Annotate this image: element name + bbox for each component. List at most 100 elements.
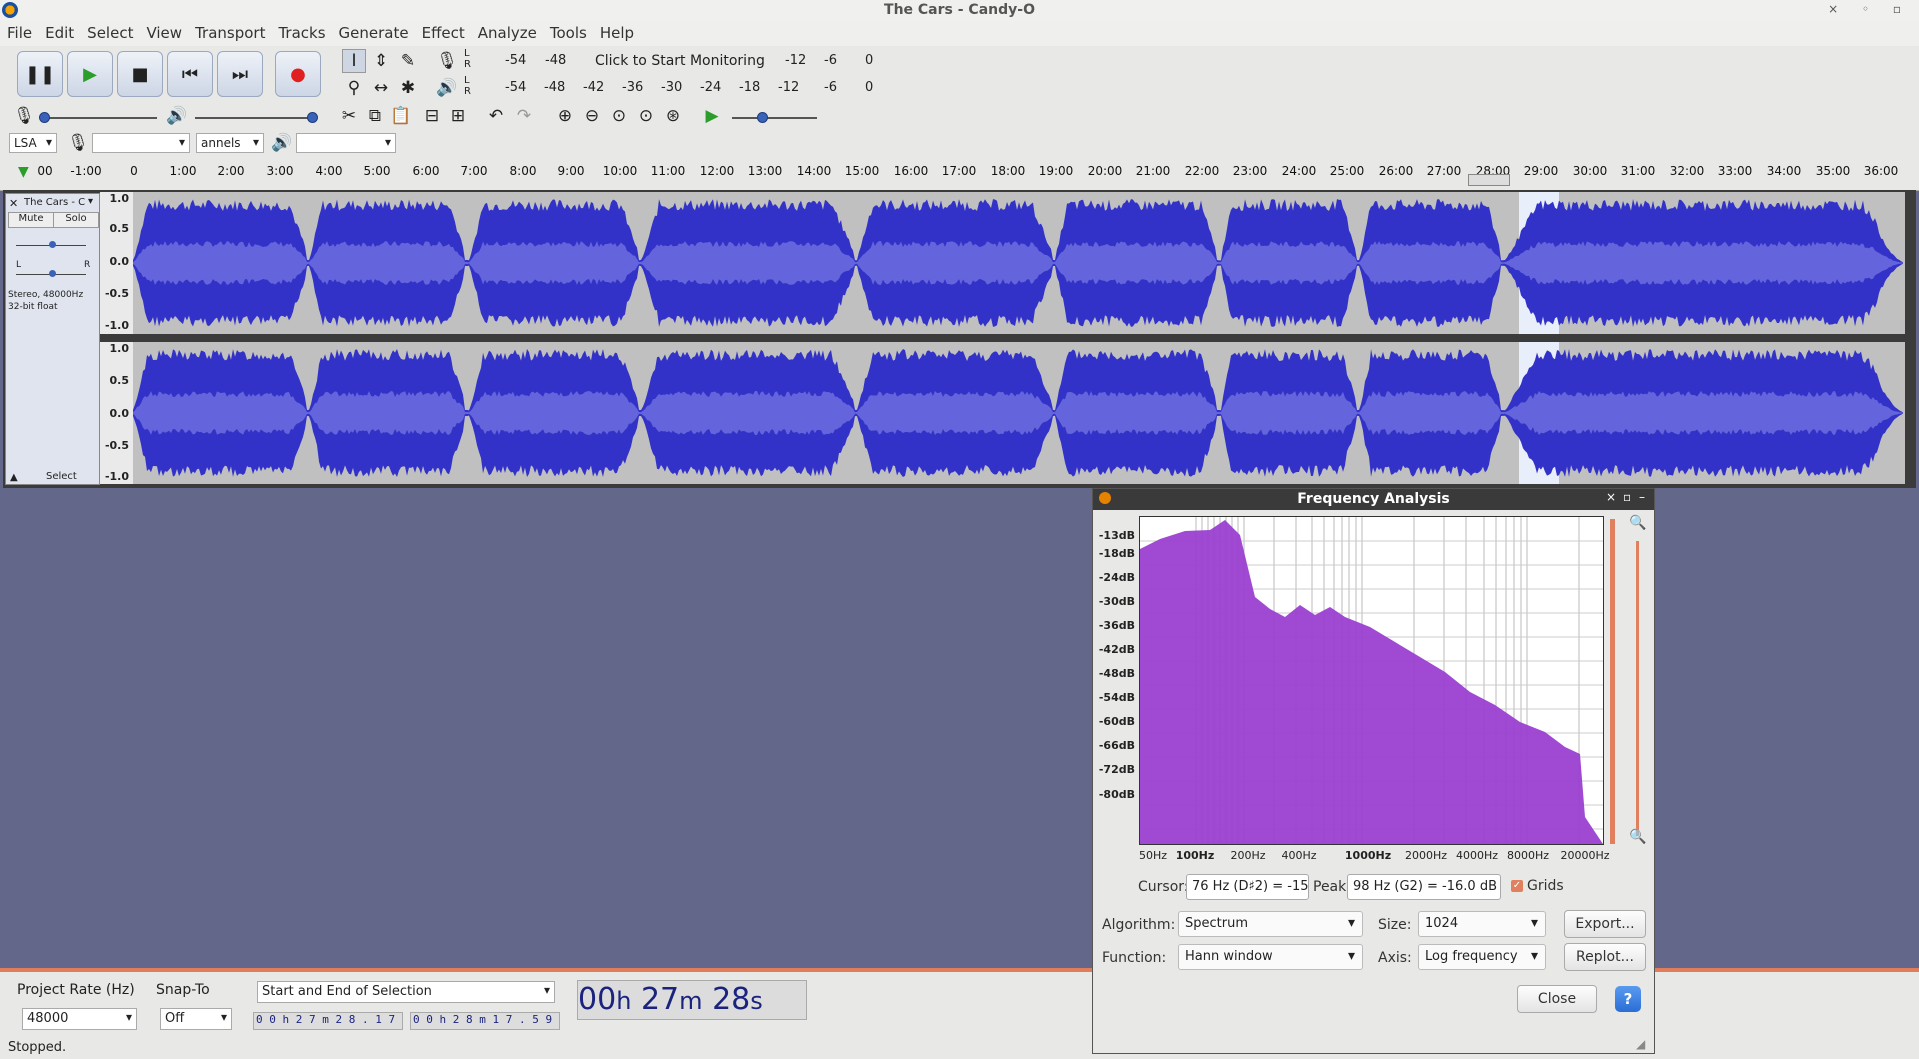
close-button[interactable]: Close [1517,985,1597,1013]
selection-tool[interactable]: I [342,49,366,73]
silence-button[interactable]: ⊞ [446,104,470,128]
magnifier-icon: ⚲ [347,78,361,98]
zoom-out-button[interactable]: ⊖ [580,104,604,128]
menu-help[interactable]: Help [593,21,640,42]
stop-button[interactable]: ■ [117,51,163,97]
play-button[interactable]: ▶ [67,51,113,97]
spectrum-plot[interactable] [1139,516,1604,845]
grids-checkbox[interactable]: ✓ [1511,880,1523,892]
play-speed-slider[interactable] [732,117,817,119]
selection-mode-select[interactable]: Start and End of Selection [257,981,555,1003]
scale-label: 0.0 [109,255,130,268]
gain-knob[interactable] [49,241,56,248]
menu-select[interactable]: Select [80,21,139,42]
skip-to-end-button[interactable]: ⏭ [217,51,263,97]
algorithm-select[interactable]: Spectrum [1178,911,1363,937]
record-volume-slider[interactable] [42,117,157,119]
record-volume-knob[interactable] [39,112,50,123]
waveform-left-channel[interactable] [133,192,1905,334]
menu-view[interactable]: View [139,21,188,42]
dialog-minimize-icon[interactable]: – [1639,490,1645,504]
record-meter-button[interactable]: 🎙 [435,49,459,73]
audio-position-display[interactable]: 00h 27m 28s [577,980,807,1020]
play-meter[interactable]: -54 -48 -42 -36 -30 -24 -18 -12 -6 0 [475,76,875,100]
selection-drag-handle[interactable] [1468,174,1510,186]
waveform-right-channel[interactable] [133,342,1905,484]
close-track-icon[interactable]: ✕ [9,197,18,210]
time-shift-tool[interactable]: ↔ [369,76,393,100]
zoom-in-icon[interactable]: 🔍 [1629,515,1646,531]
playback-volume-knob[interactable] [307,112,318,123]
menu-tracks[interactable]: Tracks [271,21,331,42]
ruler-tick-label: 7:00 [460,164,488,178]
record-button[interactable]: ● [275,51,321,97]
zoom-toggle-button[interactable]: ⊛ [661,104,685,128]
export-button[interactable]: Export... [1564,910,1646,938]
function-select[interactable]: Hann window [1178,944,1363,970]
cursor-value-field[interactable]: 76 Hz (D♯2) = -15 dB [1186,874,1309,900]
snap-to-select[interactable]: Off [160,1008,232,1030]
record-meter[interactable]: -54 -48 Click to Start Monitoring -12 -6… [475,49,875,73]
vertical-scale-left[interactable]: 1.0 0.5 0.0 -0.5 -1.0 [100,192,133,334]
menu-analyze[interactable]: Analyze [471,21,543,42]
zoom-tool[interactable]: ⚲ [342,76,366,100]
solo-button[interactable]: Solo [53,212,99,228]
resize-grip-icon[interactable]: ◢ [1636,1037,1645,1051]
multi-tool[interactable]: ✱ [396,76,420,100]
menu-generate[interactable]: Generate [332,21,415,42]
play-speed-knob[interactable] [757,112,768,123]
redo-button[interactable]: ↷ [512,104,536,128]
trim-button[interactable]: ⊟ [420,104,444,128]
collapse-icon[interactable]: ▲ [10,472,18,483]
ruler-tick-label: 33:00 [1717,164,1753,178]
track-name-menu[interactable]: The Cars - C [24,197,96,208]
skip-to-start-button[interactable]: ⏮ [167,51,213,97]
ruler-tick-label: 12:00 [699,164,735,178]
menu-effect[interactable]: Effect [415,21,471,42]
zoom-in-button[interactable]: ⊕ [553,104,577,128]
vertical-scale-right[interactable]: 1.0 0.5 0.0 -0.5 -1.0 [100,342,133,484]
draw-tool[interactable]: ✎ [396,49,420,73]
playback-volume-slider[interactable] [195,117,310,119]
select-track-button[interactable]: Select [46,471,77,482]
dialog-close-icon[interactable]: × [1606,490,1616,504]
recording-device-select[interactable] [92,133,190,153]
peak-value-field[interactable]: 98 Hz (G2) = -16.0 dB [1347,874,1501,900]
pan-knob[interactable] [49,270,56,277]
play-head-icon[interactable]: ▼ [18,164,29,180]
selection-start-time[interactable]: 0 0 h 2 7 m 2 8 . 1 7 9 s [253,1012,403,1030]
axis-select[interactable]: Log frequency [1418,944,1546,970]
menu-file[interactable]: File [0,21,38,42]
timeline-ruler[interactable]: ▼ 00 -1:00 0 1:00 2:00 3:00 4:00 5:00 6:00 7:00 8:… [0,160,1919,191]
paste-button[interactable]: 📋 [389,104,413,128]
audio-host-select[interactable]: LSA [9,133,57,153]
mute-button[interactable]: Mute [8,212,54,228]
zoom-out-icon[interactable]: 🔍 [1629,829,1646,845]
play-meter-button[interactable]: 🔊 [435,76,459,100]
dialog-maximize-icon[interactable]: ▫ [1623,490,1631,504]
menu-edit[interactable]: Edit [38,21,80,42]
copy-button[interactable]: ⧉ [363,104,387,128]
zoom-slider[interactable] [1636,541,1639,836]
play-at-speed-button[interactable]: ▶ [700,104,724,128]
vertical-scrollbar[interactable] [1610,519,1615,844]
playback-device-select[interactable] [296,133,396,153]
help-button[interactable]: ? [1615,986,1641,1012]
window-controls[interactable]: × ◦ ▫ [1828,2,1911,16]
replot-button[interactable]: Replot... [1564,943,1646,971]
size-select[interactable]: 1024 [1418,911,1546,937]
undo-button[interactable]: ↶ [484,104,508,128]
hz-tick-label: 100Hz [1175,849,1215,862]
menu-tools[interactable]: Tools [543,21,593,42]
envelope-tool[interactable]: ⇕ [369,49,393,73]
project-rate-select[interactable]: 48000 [22,1008,137,1030]
cut-button[interactable]: ✂ [337,104,361,128]
ruler-tick-label: -1:00 [70,164,102,178]
chevron-down-icon[interactable]: ▾ [88,196,93,207]
recording-channels-select[interactable]: annels [196,133,264,153]
fit-selection-button[interactable]: ⊙ [607,104,631,128]
pause-button[interactable]: ❚❚ [17,51,63,97]
menu-transport[interactable]: Transport [188,21,271,42]
fit-project-button[interactable]: ⊙ [634,104,658,128]
selection-end-time[interactable]: 0 0 h 2 8 m 1 7 . 5 9 9 s [410,1012,560,1030]
